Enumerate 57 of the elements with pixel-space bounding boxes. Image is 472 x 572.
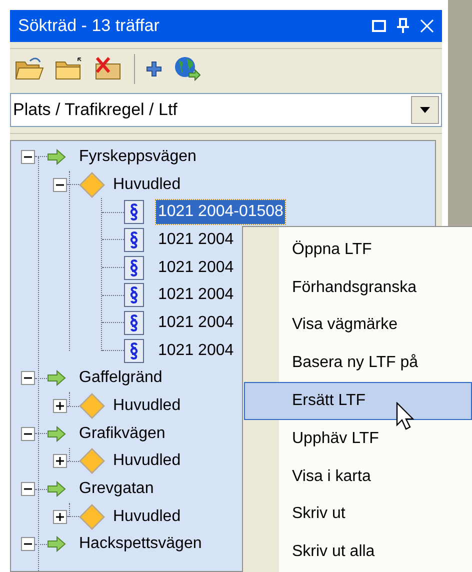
menu-item[interactable]: Upphäv LTF [244,420,472,458]
tree-item[interactable]: Grafikvägen [79,422,166,446]
tree-item[interactable]: 1021 2004 [156,256,236,280]
tree-item[interactable]: Huvudled [113,504,181,529]
paragraph-document-icon [124,338,144,363]
tree-item[interactable]: 1021 2004 [156,310,236,335]
collapse-icon[interactable] [21,537,35,552]
paragraph-document-icon [124,256,144,280]
menu-item[interactable]: Ersätt LTF [244,382,472,420]
menu-item[interactable]: Visa vägmärke [244,306,472,344]
diamond-icon [79,393,105,420]
tree-item[interactable]: Gaffelgränd [79,366,162,390]
expand-icon[interactable] [53,399,67,414]
restore-icon[interactable] [372,20,386,32]
menu-item[interactable]: Öppna LTF [244,231,472,269]
paragraph-document-icon [124,200,144,224]
expand-icon[interactable] [53,454,67,468]
paragraph-document-icon [124,310,144,335]
window-title: Sökträd - 13 träffar [18,15,160,38]
paragraph-document-icon [124,228,144,252]
tree-item[interactable]: Hackspettsvägen [79,532,202,556]
collapse-icon[interactable] [21,426,35,441]
collapse-icon[interactable] [21,150,35,164]
tree-item[interactable]: Huvudled [113,394,181,418]
arrow-icon [47,481,67,498]
plus-icon[interactable] [145,60,163,78]
globe-icon[interactable] [173,55,201,83]
expand-icon[interactable] [53,510,67,524]
menu-item[interactable]: Skriv ut [244,495,472,534]
diamond-icon [79,172,105,198]
tree-item[interactable]: Grevgatan [79,477,154,502]
dropdown-button[interactable] [411,96,439,124]
tree-item[interactable]: 1021 2004 [156,228,236,252]
menu-item[interactable]: Basera ny LTF på [244,344,472,382]
tree-item[interactable]: 1021 2004-01508 [156,200,286,224]
close-icon[interactable] [420,19,434,33]
tree-item[interactable]: Huvudled [113,449,181,474]
paragraph-document-icon [124,283,144,308]
collapse-icon[interactable] [21,371,35,386]
pin-icon[interactable] [396,18,410,34]
tree-item[interactable]: Huvudled [113,172,181,197]
diamond-icon [79,504,105,530]
collapse-icon[interactable] [53,178,67,192]
arrow-icon [47,370,67,386]
menu-item[interactable]: Skriv ut alla [244,533,472,572]
menu-item[interactable]: Visa i karta [244,458,472,496]
diamond-icon [79,448,105,474]
arrow-icon [47,148,67,165]
tree-item[interactable]: 1021 2004 [156,338,236,363]
collapse-icon[interactable] [21,482,35,496]
tree-item[interactable]: Fyrskeppsvägen [79,144,196,169]
arrow-icon [47,426,67,442]
caret-icon [420,107,430,113]
arrow-icon [47,536,67,552]
open-folder-icon[interactable] [14,56,44,82]
menu-item[interactable]: Förhandsgranska [244,268,472,307]
tree-item[interactable]: 1021 2004 [156,283,236,308]
